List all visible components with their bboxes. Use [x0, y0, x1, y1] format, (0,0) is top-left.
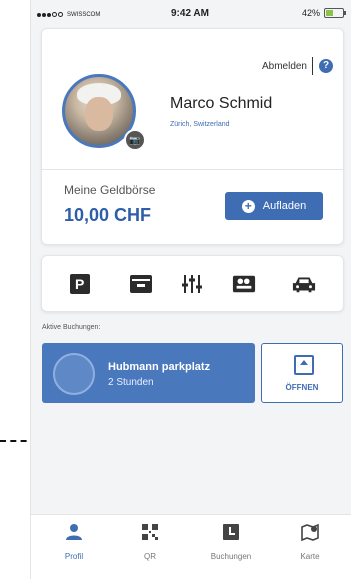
battery-fill [326, 10, 333, 16]
wallet-amount: 10,00 CHF [64, 205, 152, 225]
tab-profil[interactable]: Profil [44, 523, 104, 571]
carrier-label: SWISSCOM [67, 11, 101, 18]
tab-karte[interactable]: Karte [280, 523, 340, 571]
open-button[interactable]: ÖFFNEN [261, 343, 343, 403]
active-booking[interactable]: Hubmann parkplatz 2 Stunden [42, 343, 255, 403]
help-icon[interactable]: ? [319, 59, 333, 73]
bottom-tab-bar: Profil QR Buchungen Karte [31, 514, 351, 579]
svg-text:P: P [75, 276, 84, 292]
card-divider [42, 169, 343, 170]
open-label: ÖFFNEN [285, 383, 319, 392]
tab-qr[interactable]: QR [120, 523, 180, 571]
ticket-icon[interactable] [232, 272, 256, 296]
plus-icon: + [241, 199, 255, 213]
battery-area: 42% [301, 8, 346, 18]
booking-duration: 2 Stunden [108, 377, 154, 388]
open-icon [294, 355, 314, 375]
active-bookings-label: Aktive Buchungen: [42, 324, 101, 331]
signal-icon [37, 10, 64, 19]
tab-label: Profil [64, 552, 84, 561]
topup-label: Aufladen [262, 200, 307, 212]
battery-label: 42% [301, 8, 320, 18]
bookings-icon [223, 524, 239, 540]
car-icon[interactable] [292, 272, 316, 296]
parking-icon[interactable]: P [68, 272, 92, 296]
tab-label: Karte [300, 552, 320, 561]
avatar-face [85, 97, 113, 131]
tab-label: Buchungen [210, 552, 252, 561]
user-icon [66, 524, 82, 540]
filter-sliders-icon[interactable] [180, 272, 204, 296]
wallet-label: Meine Geldbörse [64, 183, 156, 197]
tab-label: QR [144, 552, 156, 561]
topup-button[interactable]: + Aufladen [225, 192, 323, 220]
phone-screen: SWISSCOM 9:42 AM 42% Abmelden ? 📷 Marco … [30, 0, 351, 579]
map-icon [301, 523, 319, 542]
tab-buchungen[interactable]: Buchungen [201, 523, 261, 571]
status-bar: SWISSCOM 9:42 AM 42% [31, 0, 351, 22]
clock: 9:42 AM [171, 8, 209, 19]
battery-icon [324, 8, 346, 18]
booking-title: Hubmann parkplatz [108, 361, 211, 373]
logout-link[interactable]: Abmelden [262, 61, 307, 72]
booking-map-thumbnail [53, 353, 95, 395]
profile-card: Abmelden ? 📷 Marco Schmid Zürich, Switze… [41, 28, 344, 245]
user-name: Marco Schmid [170, 95, 273, 112]
camera-icon[interactable]: 📷 [124, 129, 146, 151]
qr-code-icon [142, 524, 158, 540]
divider [312, 57, 313, 75]
quick-actions-card: P [41, 255, 344, 312]
user-location: Zürich, Switzerland [170, 121, 230, 128]
signal-area: SWISSCOM [37, 10, 100, 19]
wallet-icon[interactable] [129, 272, 153, 296]
